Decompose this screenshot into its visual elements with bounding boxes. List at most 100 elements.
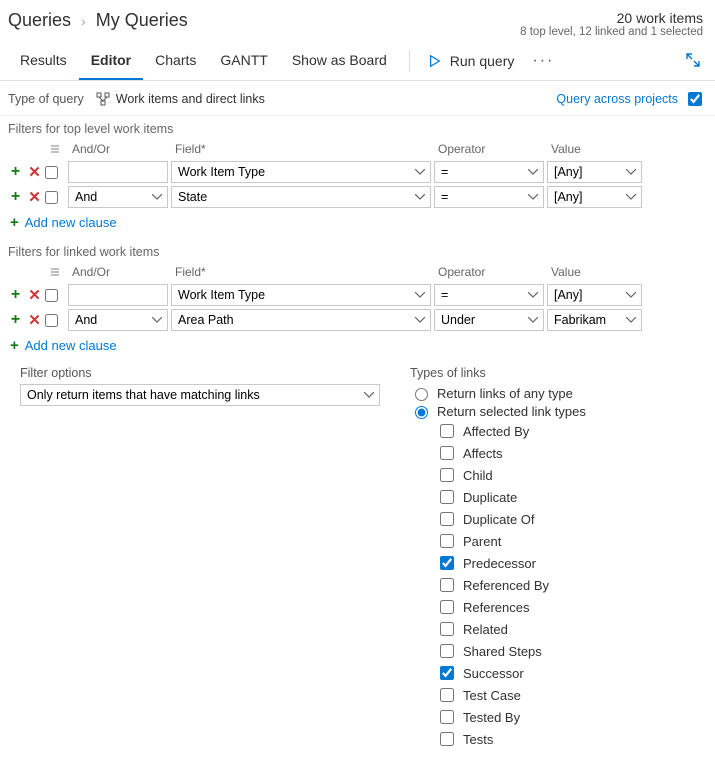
row-checkbox[interactable] xyxy=(45,166,58,179)
value-select[interactable] xyxy=(547,186,642,208)
checkbox-input[interactable] xyxy=(440,578,454,592)
link-type-checkbox-option[interactable]: Related xyxy=(410,618,586,640)
checkbox-label: Affects xyxy=(463,446,503,461)
col-value: Value xyxy=(547,140,642,158)
tab-show-as-board[interactable]: Show as Board xyxy=(280,42,399,80)
row-checkbox[interactable] xyxy=(45,314,58,327)
chevron-right-icon: › xyxy=(81,13,86,29)
checkbox-label: Shared Steps xyxy=(463,644,542,659)
link-type-checkbox-option[interactable]: Tests xyxy=(410,728,586,750)
link-type-checkbox-option[interactable]: Child xyxy=(410,464,586,486)
link-type-checkbox-option[interactable]: Parent xyxy=(410,530,586,552)
delete-clause-button[interactable]: ✕ xyxy=(27,287,42,303)
insert-clause-button[interactable]: + xyxy=(8,164,23,180)
add-clause-label: Add new clause xyxy=(25,338,117,353)
query-type-text: Work items and direct links xyxy=(116,92,265,106)
checkbox-input[interactable] xyxy=(440,622,454,636)
value-select[interactable] xyxy=(547,284,642,306)
add-new-clause-button[interactable]: + Add new clause xyxy=(8,331,707,360)
checkbox-input[interactable] xyxy=(440,534,454,548)
add-clause-label: Add new clause xyxy=(25,215,117,230)
andor-select[interactable] xyxy=(68,186,168,208)
checkbox-label: Tested By xyxy=(463,710,520,725)
checkbox-input[interactable] xyxy=(440,468,454,482)
query-across-projects-checkbox[interactable] xyxy=(688,92,702,106)
filter-options-select[interactable] xyxy=(20,384,380,406)
delete-clause-button[interactable]: ✕ xyxy=(27,312,42,328)
andor-select[interactable] xyxy=(68,284,168,306)
checkbox-input[interactable] xyxy=(440,732,454,746)
checkbox-input[interactable] xyxy=(440,644,454,658)
tab-gantt[interactable]: GANTT xyxy=(208,42,279,80)
link-type-checkbox-option[interactable]: Affects xyxy=(410,442,586,464)
checkbox-input[interactable] xyxy=(440,424,454,438)
radio-input[interactable] xyxy=(415,388,428,401)
checkbox-input[interactable] xyxy=(440,600,454,614)
add-new-clause-button[interactable]: + Add new clause xyxy=(8,208,707,237)
col-operator: Operator xyxy=(434,140,544,158)
col-field: Field* xyxy=(171,140,431,158)
work-items-links-icon xyxy=(96,92,110,106)
row-checkbox[interactable] xyxy=(45,191,58,204)
checkbox-label: Duplicate xyxy=(463,490,517,505)
breadcrumb-root[interactable]: Queries xyxy=(8,10,71,31)
value-select[interactable] xyxy=(547,161,642,183)
link-type-checkbox-option[interactable]: Test Case xyxy=(410,684,586,706)
run-query-button[interactable]: Run query xyxy=(420,47,523,75)
operator-select[interactable] xyxy=(434,284,544,306)
radio-input[interactable] xyxy=(415,406,428,419)
checkbox-input[interactable] xyxy=(440,490,454,504)
link-type-checkbox-option[interactable]: Duplicate Of xyxy=(410,508,586,530)
col-value: Value xyxy=(547,263,642,281)
delete-clause-button[interactable]: ✕ xyxy=(27,164,42,180)
plus-icon: + xyxy=(10,337,19,354)
link-type-radio-option[interactable]: Return links of any type xyxy=(410,384,586,402)
insert-clause-button[interactable]: + xyxy=(8,189,23,205)
checkbox-input[interactable] xyxy=(440,688,454,702)
fullscreen-button[interactable] xyxy=(679,46,707,77)
checkbox-label: Parent xyxy=(463,534,501,549)
field-select[interactable] xyxy=(171,186,431,208)
operator-select[interactable] xyxy=(434,309,544,331)
link-type-checkbox-option[interactable]: Affected By xyxy=(410,420,586,442)
insert-clause-button[interactable]: + xyxy=(8,312,23,328)
operator-select[interactable] xyxy=(434,186,544,208)
link-type-checkbox-option[interactable]: Predecessor xyxy=(410,552,586,574)
radio-label: Return selected link types xyxy=(437,404,586,419)
checkbox-label: Related xyxy=(463,622,508,637)
col-andor: And/Or xyxy=(68,140,168,158)
top-filters-title: Filters for top level work items xyxy=(8,122,707,136)
tab-charts[interactable]: Charts xyxy=(143,42,208,80)
link-type-radio-option[interactable]: Return selected link types xyxy=(410,402,586,420)
type-of-query-label: Type of query xyxy=(8,92,84,106)
link-type-checkbox-option[interactable]: Duplicate xyxy=(410,486,586,508)
link-type-checkbox-option[interactable]: Referenced By xyxy=(410,574,586,596)
checkbox-input[interactable] xyxy=(440,710,454,724)
link-type-checkbox-option[interactable]: Shared Steps xyxy=(410,640,586,662)
plus-icon: + xyxy=(10,214,19,231)
checkbox-input[interactable] xyxy=(440,446,454,460)
field-select[interactable] xyxy=(171,161,431,183)
field-select[interactable] xyxy=(171,284,431,306)
checkbox-label: Test Case xyxy=(463,688,521,703)
checkbox-input[interactable] xyxy=(440,556,454,570)
checkbox-input[interactable] xyxy=(440,512,454,526)
row-checkbox[interactable] xyxy=(45,289,58,302)
operator-select[interactable] xyxy=(434,161,544,183)
insert-clause-button[interactable]: + xyxy=(8,287,23,303)
tab-results[interactable]: Results xyxy=(8,42,79,80)
delete-clause-button[interactable]: ✕ xyxy=(27,189,42,205)
breadcrumb-current: My Queries xyxy=(96,10,188,31)
andor-select[interactable] xyxy=(68,161,168,183)
checkbox-input[interactable] xyxy=(440,666,454,680)
andor-select[interactable] xyxy=(68,309,168,331)
value-select[interactable] xyxy=(547,309,642,331)
field-select[interactable] xyxy=(171,309,431,331)
overflow-menu[interactable]: ··· xyxy=(522,46,564,76)
link-type-checkbox-option[interactable]: Tested By xyxy=(410,706,586,728)
link-type-checkbox-option[interactable]: References xyxy=(410,596,586,618)
work-item-count: 20 work items xyxy=(520,10,703,26)
link-type-checkbox-option[interactable]: Successor xyxy=(410,662,586,684)
query-type-value[interactable]: Work items and direct links xyxy=(96,92,265,106)
tab-editor[interactable]: Editor xyxy=(79,42,143,80)
